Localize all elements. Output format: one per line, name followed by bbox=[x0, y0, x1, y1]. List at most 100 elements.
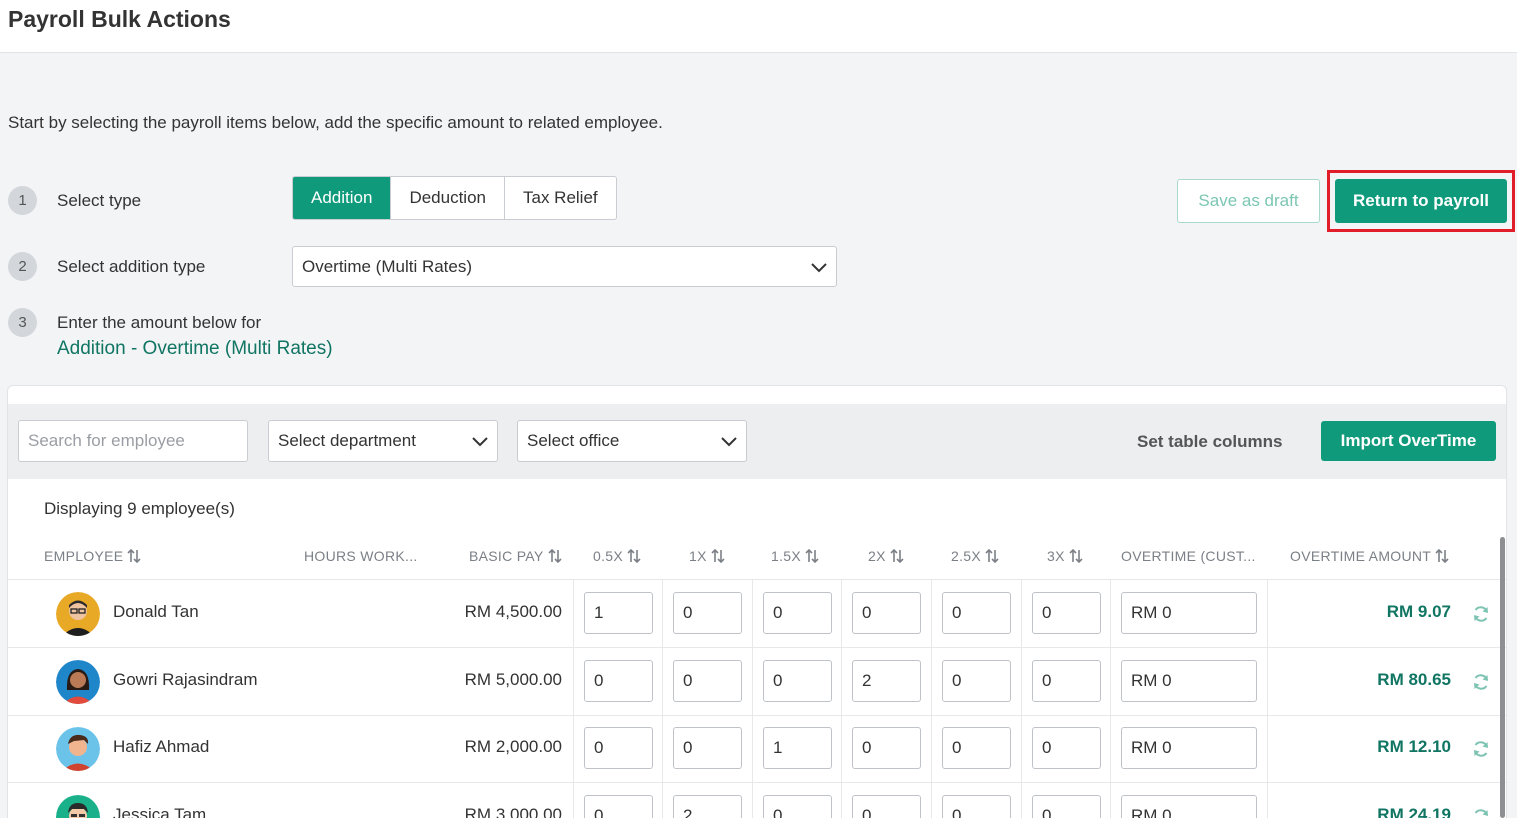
rate-2-5x-input[interactable]: 0 bbox=[942, 727, 1011, 769]
rate-3x-input[interactable]: 0 bbox=[1032, 795, 1101, 818]
col-header-label: 0.5X bbox=[593, 548, 623, 564]
rate-2-5x-input[interactable]: 0 bbox=[942, 592, 1011, 634]
employee-name[interactable]: Hafiz Ahmad bbox=[113, 737, 209, 757]
basic-pay: RM 2,000.00 bbox=[464, 737, 562, 756]
basic-pay: RM 4,500.00 bbox=[464, 602, 562, 621]
rate-2x-input[interactable]: 0 bbox=[852, 592, 921, 634]
sort-icon[interactable] bbox=[711, 549, 725, 563]
basic-pay: RM 3,000.00 bbox=[464, 805, 562, 818]
sort-icon[interactable] bbox=[1435, 549, 1449, 563]
employee-name[interactable]: Donald Tan bbox=[113, 602, 199, 622]
import-overtime-button[interactable]: Import OverTime bbox=[1321, 421, 1496, 461]
save-draft-button[interactable]: Save as draft bbox=[1177, 179, 1320, 223]
overtime-custom-input[interactable]: RM 0 bbox=[1121, 592, 1257, 634]
col-header-3x[interactable]: 3X bbox=[1047, 548, 1083, 564]
rate-1x-input[interactable]: 2 bbox=[673, 795, 742, 818]
col-header-2-5x[interactable]: 2.5X bbox=[951, 548, 999, 564]
intro-text: Start by selecting the payroll items bel… bbox=[8, 113, 663, 132]
sort-icon[interactable] bbox=[1069, 549, 1083, 563]
office-select[interactable]: Select office bbox=[517, 420, 747, 462]
rate-3x-input[interactable]: 0 bbox=[1032, 727, 1101, 769]
chevron-down-icon bbox=[811, 262, 827, 272]
scrollbar[interactable] bbox=[1500, 537, 1505, 818]
chevron-down-icon bbox=[472, 437, 488, 447]
rate-0-5x-input[interactable]: 0 bbox=[584, 727, 653, 769]
chevron-down-icon bbox=[721, 437, 737, 447]
type-addition-button[interactable]: Addition bbox=[293, 177, 392, 219]
refresh-icon[interactable] bbox=[1471, 672, 1491, 692]
avatar bbox=[56, 660, 100, 704]
rate-1x-input[interactable]: 0 bbox=[673, 660, 742, 702]
rate-2x-input[interactable]: 0 bbox=[852, 795, 921, 818]
col-header-2x[interactable]: 2X bbox=[868, 548, 904, 564]
overtime-custom-input[interactable]: RM 0 bbox=[1121, 660, 1257, 702]
rate-1-5x-input[interactable]: 1 bbox=[763, 727, 832, 769]
col-header-1-5x[interactable]: 1.5X bbox=[771, 548, 819, 564]
col-header-label: OVERTIME AMOUNT bbox=[1290, 548, 1432, 564]
refresh-icon[interactable] bbox=[1471, 739, 1491, 759]
refresh-icon[interactable] bbox=[1471, 807, 1491, 818]
addition-type-select[interactable]: Overtime (Multi Rates) bbox=[292, 246, 837, 287]
rate-2-5x-input[interactable]: 0 bbox=[942, 660, 1011, 702]
rate-1-5x-input[interactable]: 0 bbox=[763, 660, 832, 702]
overtime-custom-input[interactable]: RM 0 bbox=[1121, 727, 1257, 769]
overtime-amount: RM 12.10 bbox=[1377, 737, 1451, 756]
rate-0-5x-input[interactable]: 1 bbox=[584, 592, 653, 634]
type-segmented-control: Addition Deduction Tax Relief bbox=[292, 176, 617, 220]
step-2-label: Select addition type bbox=[57, 257, 206, 276]
step-3-target: Addition - Overtime (Multi Rates) bbox=[57, 338, 333, 359]
basic-pay: RM 5,000.00 bbox=[464, 670, 562, 689]
col-header-overtime-custom: OVERTIME (CUST... bbox=[1121, 548, 1256, 564]
col-header-employee[interactable]: EMPLOYEE bbox=[44, 548, 142, 564]
set-table-columns-link[interactable]: Set table columns bbox=[1137, 432, 1282, 452]
col-header-0-5x[interactable]: 0.5X bbox=[593, 548, 641, 564]
search-input[interactable]: Search for employee bbox=[18, 420, 248, 462]
employee-count: Displaying 9 employee(s) bbox=[44, 499, 235, 518]
rate-0-5x-input[interactable]: 0 bbox=[584, 795, 653, 818]
rate-3x-input[interactable]: 0 bbox=[1032, 592, 1101, 634]
table-row: Jessica Tam RM 3,000.00 0 2 0 0 0 0 RM 0… bbox=[8, 782, 1506, 818]
avatar bbox=[56, 592, 100, 636]
rate-3x-input[interactable]: 0 bbox=[1032, 660, 1101, 702]
table-row: Donald Tan RM 4,500.00 1 0 0 0 0 0 RM 0 … bbox=[8, 579, 1506, 648]
type-deduction-button[interactable]: Deduction bbox=[391, 177, 505, 219]
rate-1-5x-input[interactable]: 0 bbox=[763, 795, 832, 818]
sort-icon[interactable] bbox=[127, 549, 142, 563]
table-row: Hafiz Ahmad RM 2,000.00 0 0 1 0 0 0 RM 0… bbox=[8, 715, 1506, 784]
avatar bbox=[56, 795, 100, 818]
sort-icon[interactable] bbox=[890, 549, 904, 563]
sort-icon[interactable] bbox=[627, 549, 641, 563]
rate-2x-input[interactable]: 2 bbox=[852, 660, 921, 702]
sort-icon[interactable] bbox=[985, 549, 999, 563]
col-header-label: 2.5X bbox=[951, 548, 981, 564]
rate-1-5x-input[interactable]: 0 bbox=[763, 592, 832, 634]
return-to-payroll-button[interactable]: Return to payroll bbox=[1335, 179, 1507, 223]
col-header-basic-pay[interactable]: BASIC PAY bbox=[469, 548, 562, 564]
rate-2-5x-input[interactable]: 0 bbox=[942, 795, 1011, 818]
top-bar: Payroll Bulk Actions bbox=[0, 0, 1517, 53]
page-title: Payroll Bulk Actions bbox=[8, 6, 231, 32]
col-header-label: 1.5X bbox=[771, 548, 801, 564]
type-tax-relief-button[interactable]: Tax Relief bbox=[505, 177, 616, 219]
filter-bar: Search for employee Select department Se… bbox=[8, 404, 1506, 479]
rate-0-5x-input[interactable]: 0 bbox=[584, 660, 653, 702]
refresh-icon[interactable] bbox=[1471, 604, 1491, 624]
step-3-label: Enter the amount below for bbox=[57, 313, 262, 332]
col-header-label: BASIC PAY bbox=[469, 548, 544, 564]
col-header-label: 1X bbox=[689, 548, 707, 564]
step-3-number: 3 bbox=[8, 308, 37, 337]
department-select[interactable]: Select department bbox=[268, 420, 498, 462]
rate-2x-input[interactable]: 0 bbox=[852, 727, 921, 769]
col-header-label: 3X bbox=[1047, 548, 1065, 564]
rate-1x-input[interactable]: 0 bbox=[673, 727, 742, 769]
overtime-custom-input[interactable]: RM 0 bbox=[1121, 795, 1257, 818]
step-2-number: 2 bbox=[8, 252, 37, 281]
col-header-1x[interactable]: 1X bbox=[689, 548, 725, 564]
employee-name[interactable]: Gowri Rajasindram bbox=[113, 670, 258, 690]
sort-icon[interactable] bbox=[805, 549, 819, 563]
addition-type-value: Overtime (Multi Rates) bbox=[302, 257, 473, 276]
employee-name[interactable]: Jessica Tam bbox=[113, 805, 206, 818]
sort-icon[interactable] bbox=[547, 549, 562, 563]
rate-1x-input[interactable]: 0 bbox=[673, 592, 742, 634]
col-header-overtime-amount[interactable]: OVERTIME AMOUNT bbox=[1290, 548, 1449, 564]
